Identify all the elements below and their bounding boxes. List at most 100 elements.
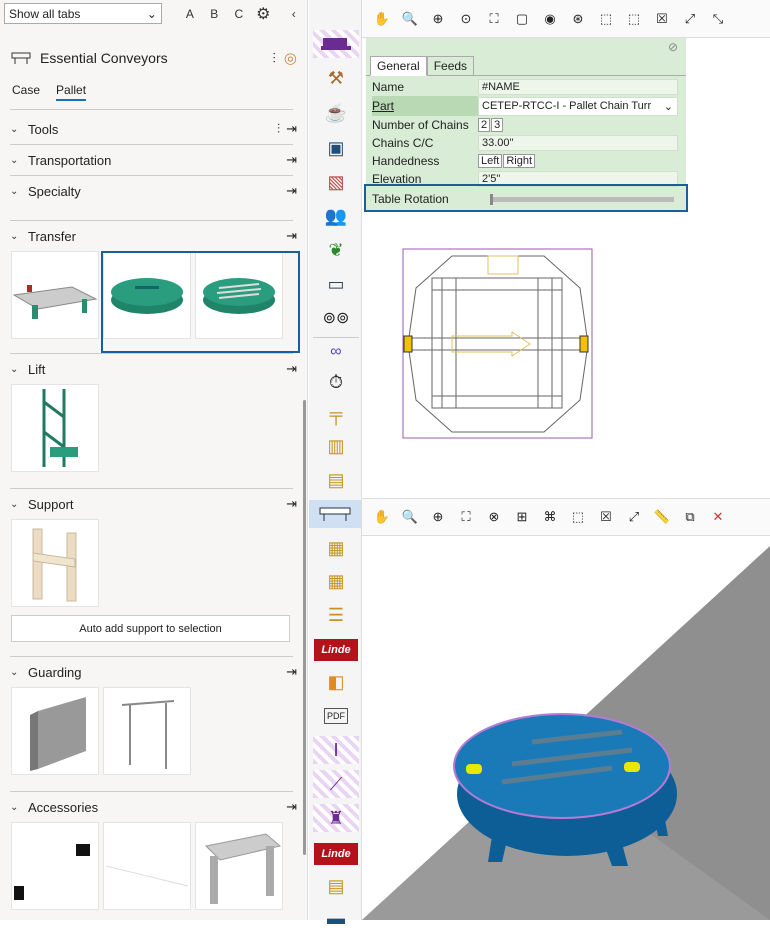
- library-pallet-rack-icon[interactable]: ☰: [313, 601, 359, 629]
- guard-frame-thumbnail[interactable]: [103, 687, 191, 775]
- collapse-panel-icon[interactable]: ‹: [285, 7, 303, 21]
- fit-view-icon[interactable]: ⊞: [510, 505, 534, 529]
- library-conveyor-icon[interactable]: [309, 500, 361, 528]
- section-accessories[interactable]: ⌄ Accessories ⇥: [0, 792, 307, 822]
- export-icon[interactable]: ⇥: [286, 152, 297, 168]
- chains-option-2[interactable]: 2: [478, 118, 491, 132]
- library-timer-icon[interactable]: ⏱: [313, 368, 359, 396]
- delete-icon[interactable]: ✕: [706, 505, 730, 529]
- library-files-icon[interactable]: ▬: [313, 904, 359, 932]
- rail-thumbnail[interactable]: [103, 822, 191, 910]
- library-notes-icon[interactable]: ▤: [313, 872, 359, 900]
- export-icon[interactable]: ⇥: [286, 361, 297, 377]
- tab-pallet[interactable]: Pallet: [56, 83, 87, 101]
- export-icon[interactable]: ⇥: [286, 799, 297, 815]
- library-glasses-icon[interactable]: ⊚⊚: [313, 304, 359, 332]
- zoom-extents-icon[interactable]: ⛶: [454, 505, 478, 529]
- catalog-scrollbar[interactable]: [303, 400, 306, 855]
- library-shelving-icon[interactable]: ▦: [313, 534, 359, 562]
- library-grid-rack-icon[interactable]: ▦: [313, 567, 359, 595]
- section-transportation[interactable]: ⌄ Transportation ⇥: [0, 145, 307, 175]
- zoom-in-icon[interactable]: ⊕: [426, 505, 450, 529]
- zoom-selected-icon[interactable]: ⊙: [454, 7, 478, 31]
- library-crane-icon[interactable]: ╤: [313, 400, 359, 428]
- enclosure-thumbnail[interactable]: [195, 822, 283, 910]
- part-select[interactable]: CETEP-RTCC-I - Pallet Chain Turr ⌄: [478, 96, 678, 116]
- select-icon[interactable]: ⬚: [594, 7, 618, 31]
- 3d-viewport[interactable]: [362, 536, 770, 920]
- library-pedestal-icon[interactable]: ♜: [313, 804, 359, 832]
- support-leg-thumbnail[interactable]: [11, 519, 99, 607]
- lifebuoy-icon[interactable]: ◎: [284, 49, 297, 67]
- library-door-icon[interactable]: ▥: [313, 432, 359, 460]
- connect-icon[interactable]: ⤢: [622, 505, 646, 529]
- chains-cc-field[interactable]: 33.00": [478, 135, 678, 151]
- export-icon[interactable]: ⇥: [286, 121, 297, 137]
- tab-feeds[interactable]: Feeds: [426, 56, 475, 76]
- tab-general[interactable]: General: [370, 56, 427, 76]
- zoom-window-icon[interactable]: ▢: [510, 7, 534, 31]
- tab-case[interactable]: Case: [12, 83, 40, 101]
- library-measure-icon[interactable]: Ⅰ: [313, 736, 359, 764]
- select-icon[interactable]: ⬚: [566, 505, 590, 529]
- select-clear-icon[interactable]: ☒: [650, 7, 674, 31]
- gear-icon[interactable]: ⚙: [254, 4, 272, 24]
- library-people-icon[interactable]: 👥: [313, 202, 359, 230]
- export-icon[interactable]: ⇥: [286, 496, 297, 512]
- section-transfer[interactable]: ⌄ Transfer ⇥: [0, 221, 307, 251]
- section-specialty[interactable]: ⌄ Specialty ⇥: [0, 176, 307, 206]
- ruler-icon[interactable]: 📏: [650, 505, 674, 529]
- library-linde-icon[interactable]: Linde: [313, 636, 359, 664]
- library-robot-icon[interactable]: ⟋: [313, 770, 359, 798]
- name-field[interactable]: #NAME: [478, 79, 678, 95]
- export-icon[interactable]: ⇥: [286, 183, 297, 199]
- zoom-icon[interactable]: 🔍: [398, 505, 422, 529]
- library-rack-icon[interactable]: ▤: [313, 466, 359, 494]
- section-lift[interactable]: ⌄ Lift ⇥: [0, 354, 307, 384]
- zoom-extents-icon[interactable]: ⛶: [482, 7, 506, 31]
- export-icon[interactable]: ⇥: [286, 664, 297, 680]
- library-pallet-conveyor-icon[interactable]: [313, 30, 359, 58]
- deselect-icon[interactable]: ⬚: [622, 7, 646, 31]
- filter-c-button[interactable]: C: [230, 7, 248, 21]
- 2d-top-view-drawing[interactable]: [402, 248, 594, 440]
- guard-panel-thumbnail[interactable]: [11, 687, 99, 775]
- handedness-left-button[interactable]: Left: [478, 154, 503, 168]
- connect-icon[interactable]: ⤢: [678, 7, 702, 31]
- library-computer-icon[interactable]: ▭: [313, 270, 359, 298]
- library-shapes-icon[interactable]: ◧: [313, 668, 359, 696]
- library-chain-icon[interactable]: ∞: [313, 337, 359, 365]
- pan-hand-icon[interactable]: ✋: [370, 505, 394, 529]
- roller-transfer-thumbnail[interactable]: [11, 251, 99, 339]
- library-coffee-icon[interactable]: ☕: [313, 99, 359, 127]
- walk-view-icon[interactable]: ⌘: [538, 505, 562, 529]
- filter-a-button[interactable]: A: [181, 7, 199, 21]
- library-book-icon[interactable]: ▣: [313, 134, 359, 162]
- export-icon[interactable]: ⇥: [286, 228, 297, 244]
- globe-view-icon[interactable]: ⊗: [482, 505, 506, 529]
- connect-alt-icon[interactable]: ⤡: [706, 7, 730, 31]
- snap-icon[interactable]: ⊛: [566, 7, 590, 31]
- bracket-thumbnail[interactable]: [11, 822, 99, 910]
- library-plant-icon[interactable]: ❦: [313, 236, 359, 264]
- pallet-lift-thumbnail[interactable]: [11, 384, 99, 472]
- library-wall-icon[interactable]: ▧: [313, 168, 359, 196]
- sliders-icon[interactable]: ⫶: [272, 50, 276, 67]
- section-guarding[interactable]: ⌄ Guarding ⇥: [0, 657, 307, 687]
- pan-hand-icon[interactable]: ✋: [370, 7, 394, 31]
- auto-add-support-button[interactable]: Auto add support to selection: [11, 615, 290, 642]
- tab-filter-select[interactable]: Show all tabs ⌄: [4, 3, 162, 24]
- eye-off-icon[interactable]: ⊘: [668, 40, 678, 54]
- chains-option-3[interactable]: 3: [491, 118, 504, 132]
- zoom-icon[interactable]: 🔍: [398, 7, 422, 31]
- copy-icon[interactable]: ⧉: [678, 505, 702, 529]
- section-tools[interactable]: ⌄ Tools ⫶ ⇥: [0, 114, 307, 144]
- library-linde-2-icon[interactable]: Linde: [313, 840, 359, 868]
- select-clear-icon[interactable]: ☒: [594, 505, 618, 529]
- zoom-fit-icon[interactable]: ◉: [538, 7, 562, 31]
- library-tools-icon[interactable]: ⚒: [313, 64, 359, 92]
- section-support[interactable]: ⌄ Support ⇥: [0, 489, 307, 519]
- library-pdf-icon[interactable]: PDF: [313, 702, 359, 730]
- handedness-right-button[interactable]: Right: [503, 154, 536, 168]
- filter-b-button[interactable]: B: [205, 7, 223, 21]
